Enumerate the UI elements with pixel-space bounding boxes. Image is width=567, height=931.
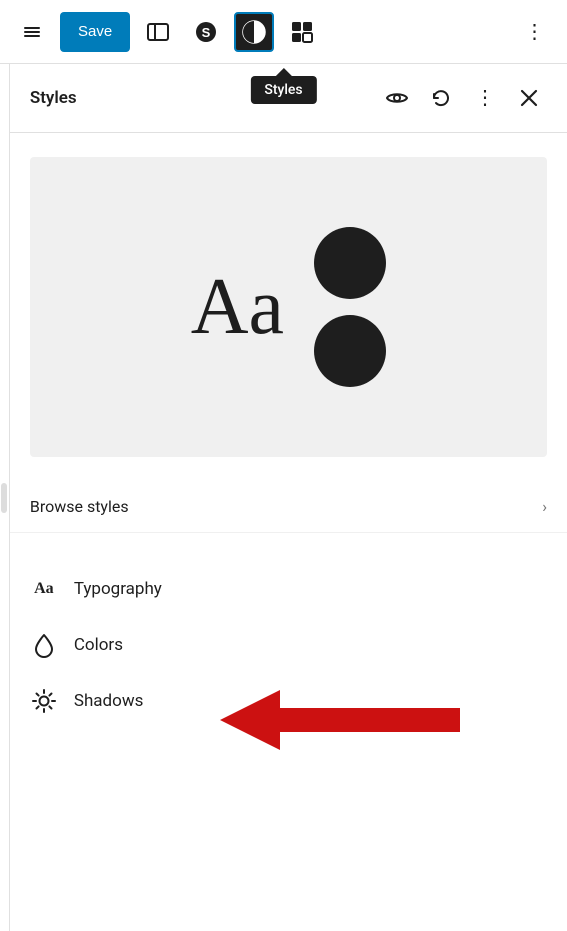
typography-label: Typography xyxy=(74,579,162,599)
shadows-icon xyxy=(30,687,58,715)
panel-more-icon: ⋮ xyxy=(475,88,495,108)
history-button[interactable] xyxy=(423,80,459,116)
sun-icon xyxy=(31,688,57,714)
tooltip-arrow xyxy=(276,68,292,76)
menu-icon-btn[interactable] xyxy=(12,12,52,52)
eye-icon xyxy=(386,90,408,106)
header-icons: ⋮ xyxy=(379,80,547,116)
shadows-item[interactable]: Shadows xyxy=(10,673,567,729)
layout-toggle-button[interactable] xyxy=(138,12,178,52)
history-icon xyxy=(431,88,451,108)
more-dots-icon: ⋮ xyxy=(525,19,546,44)
close-icon xyxy=(520,89,538,107)
drop-icon xyxy=(32,632,56,658)
main-area: Styles ⋮ xyxy=(0,64,567,931)
colors-icon xyxy=(30,631,58,659)
preview-circle-bottom xyxy=(314,315,386,387)
blocks-button[interactable] xyxy=(282,12,322,52)
svg-text:S: S xyxy=(202,25,211,40)
edge-handle xyxy=(1,483,7,513)
typography-icon: Aa xyxy=(30,575,58,603)
section-items-list: Aa Typography Colors xyxy=(10,549,567,741)
styles-panel: Styles ⋮ xyxy=(10,64,567,931)
layout-icon xyxy=(147,23,169,41)
preview-typography-text: Aa xyxy=(191,262,284,353)
preview-button[interactable] xyxy=(379,80,415,116)
colors-item[interactable]: Colors xyxy=(10,617,567,673)
styles-icon xyxy=(241,19,267,45)
browse-styles-row[interactable]: Browse styles › xyxy=(10,481,567,533)
bolt-icon: S xyxy=(195,21,217,43)
close-button[interactable] xyxy=(511,80,547,116)
typography-item[interactable]: Aa Typography xyxy=(10,561,567,617)
shadows-label: Shadows xyxy=(74,691,144,711)
panel-more-button[interactable]: ⋮ xyxy=(467,80,503,116)
left-edge xyxy=(0,64,10,931)
preview-circles xyxy=(314,227,386,387)
tooltip-box: Styles xyxy=(250,76,316,104)
blocks-icon xyxy=(291,21,313,43)
more-options-button[interactable]: ⋮ xyxy=(515,12,555,52)
styles-button[interactable] xyxy=(234,12,274,52)
preview-circle-top xyxy=(314,227,386,299)
tooltip-container: Styles xyxy=(250,68,316,104)
toolbar: Save S ⋮ xyxy=(0,0,567,64)
menu-icon xyxy=(22,22,42,42)
bolt-button[interactable]: S xyxy=(186,12,226,52)
chevron-right-icon: › xyxy=(542,497,547,516)
browse-styles-label: Browse styles xyxy=(30,497,542,516)
style-preview-card: Aa xyxy=(30,157,547,457)
colors-label: Colors xyxy=(74,635,123,655)
save-button[interactable]: Save xyxy=(60,12,130,52)
